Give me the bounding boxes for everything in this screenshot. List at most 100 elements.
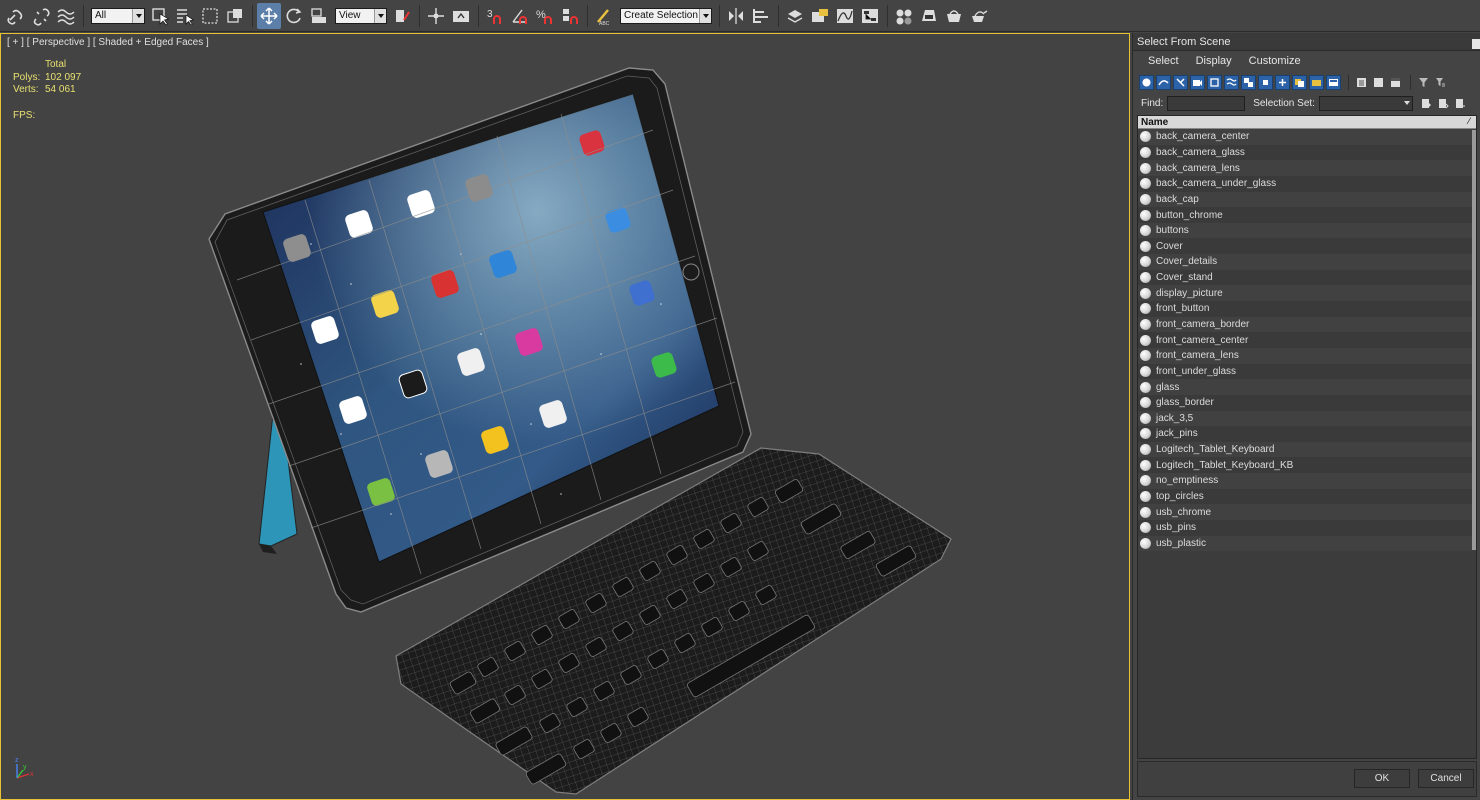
list-scrollbar[interactable] bbox=[1472, 130, 1476, 550]
bind-spacewarp-icon[interactable] bbox=[54, 3, 78, 29]
layer-icon[interactable] bbox=[783, 3, 807, 29]
select-none-icon[interactable] bbox=[1371, 75, 1386, 90]
filter-options-icon[interactable] bbox=[1433, 75, 1448, 90]
find-input[interactable] bbox=[1167, 95, 1246, 111]
named-selection-set-dropdown[interactable]: Create Selection Se bbox=[620, 7, 712, 24]
list-item[interactable]: glass bbox=[1138, 379, 1476, 395]
angle-snap-icon[interactable] bbox=[508, 3, 532, 29]
list-item[interactable]: buttons bbox=[1138, 222, 1476, 239]
create-set-icon[interactable] bbox=[1419, 96, 1434, 111]
list-item[interactable]: no_emptiness bbox=[1138, 473, 1476, 489]
menu-customize[interactable]: Customize bbox=[1249, 55, 1301, 67]
geometry-object-icon bbox=[1140, 272, 1151, 284]
pivot-icon[interactable] bbox=[390, 3, 414, 29]
menu-select[interactable]: Select bbox=[1148, 55, 1179, 67]
list-item[interactable]: front_camera_center bbox=[1138, 332, 1476, 348]
reference-coordinate-dropdown[interactable]: View bbox=[335, 7, 387, 24]
list-item[interactable]: front_camera_border bbox=[1138, 316, 1476, 333]
list-item[interactable]: usb_chrome bbox=[1138, 504, 1476, 521]
list-item[interactable]: back_camera_glass bbox=[1138, 144, 1476, 161]
remove-from-set-icon[interactable] bbox=[1453, 96, 1468, 111]
display-bones-icon[interactable] bbox=[1275, 74, 1290, 90]
display-frozen-icon[interactable] bbox=[1309, 74, 1324, 90]
scale-icon[interactable] bbox=[307, 3, 331, 29]
filter-icon[interactable] bbox=[1416, 75, 1431, 90]
window-crossing-icon[interactable] bbox=[223, 3, 247, 29]
list-item[interactable]: Logitech_Tablet_Keyboard bbox=[1138, 441, 1476, 458]
link-icon[interactable] bbox=[4, 3, 28, 29]
list-item[interactable]: button_chrome bbox=[1138, 207, 1476, 223]
toolbar-separator bbox=[478, 4, 479, 27]
list-item[interactable]: back_cap bbox=[1138, 191, 1476, 208]
select-invert-icon[interactable] bbox=[1388, 75, 1403, 90]
unlink-icon[interactable] bbox=[29, 3, 53, 29]
list-item[interactable]: front_camera_lens bbox=[1138, 347, 1476, 364]
list-item[interactable]: display_picture bbox=[1138, 285, 1476, 302]
toolbar-separator bbox=[1410, 74, 1411, 90]
list-item[interactable]: jack_3,5 bbox=[1138, 410, 1476, 427]
menu-display[interactable]: Display bbox=[1196, 55, 1232, 67]
scene-explorer-icon[interactable] bbox=[808, 3, 832, 29]
list-item[interactable]: front_button bbox=[1138, 301, 1476, 317]
rect-region-icon[interactable] bbox=[198, 3, 222, 29]
list-item[interactable]: front_under_glass bbox=[1138, 363, 1476, 380]
edit-named-sets-icon[interactable]: ABC bbox=[592, 3, 616, 29]
mirror-icon[interactable] bbox=[724, 3, 748, 29]
rotate-icon[interactable] bbox=[282, 3, 306, 29]
3dsmax-window: All View 3 % ABC Create Selection Se [+… bbox=[0, 0, 1480, 800]
align-icon[interactable] bbox=[749, 3, 773, 29]
display-helpers-icon[interactable] bbox=[1207, 74, 1222, 90]
snap-icon[interactable]: 3 bbox=[483, 3, 507, 29]
select-manipulate-icon[interactable] bbox=[424, 3, 448, 29]
list-item[interactable]: Cover bbox=[1138, 238, 1476, 255]
add-to-set-icon[interactable] bbox=[1436, 96, 1451, 111]
list-item[interactable]: glass_border bbox=[1138, 394, 1476, 411]
display-shapes-icon[interactable] bbox=[1156, 74, 1171, 90]
move-icon[interactable] bbox=[257, 2, 281, 29]
axis-y-label: y bbox=[23, 764, 27, 771]
cancel-button[interactable]: Cancel bbox=[1418, 769, 1474, 788]
object-name: front_camera_center bbox=[1156, 334, 1249, 346]
display-cameras-icon[interactable] bbox=[1190, 74, 1205, 90]
display-geometry-icon[interactable] bbox=[1139, 74, 1154, 90]
list-item[interactable]: top_circles bbox=[1138, 488, 1476, 505]
list-item[interactable]: back_camera_lens bbox=[1138, 160, 1476, 176]
material-editor-icon[interactable] bbox=[892, 3, 916, 29]
column-header-name[interactable]: Name ⁄ bbox=[1138, 116, 1476, 129]
list-item[interactable]: back_camera_center bbox=[1138, 129, 1476, 145]
display-groups-icon[interactable] bbox=[1241, 74, 1256, 90]
rendered-frame-icon[interactable] bbox=[942, 3, 966, 29]
spinner-snap-icon[interactable] bbox=[558, 3, 582, 29]
select-object-icon[interactable] bbox=[148, 3, 172, 29]
list-item[interactable]: usb_plastic bbox=[1138, 535, 1476, 552]
tablet-keyboard-model[interactable] bbox=[1, 34, 1130, 800]
schematic-icon[interactable] bbox=[858, 3, 882, 29]
select-by-name-icon[interactable] bbox=[173, 3, 197, 29]
percent-snap-icon[interactable]: % bbox=[533, 3, 557, 29]
display-lights-icon[interactable] bbox=[1173, 74, 1188, 90]
scene-object-list[interactable]: Name ⁄ back_camera_center back_camera_gla… bbox=[1137, 115, 1477, 759]
curve-editor-icon[interactable] bbox=[833, 3, 857, 29]
list-item[interactable]: Cover_stand bbox=[1138, 269, 1476, 286]
list-item[interactable]: jack_pins bbox=[1138, 426, 1476, 442]
display-hidden-icon[interactable] bbox=[1326, 74, 1341, 90]
display-xrefs-icon[interactable] bbox=[1258, 74, 1273, 90]
geometry-object-icon bbox=[1140, 287, 1151, 299]
render-icon[interactable] bbox=[967, 3, 991, 29]
list-item[interactable]: Logitech_Tablet_Keyboard_KB bbox=[1138, 457, 1476, 474]
display-spacewarps-icon[interactable] bbox=[1224, 74, 1239, 90]
toolbar-separator bbox=[778, 4, 779, 27]
display-containers-icon[interactable] bbox=[1292, 74, 1307, 90]
object-name: jack_pins bbox=[1156, 428, 1198, 440]
keyboard-shortcut-icon[interactable] bbox=[449, 3, 473, 29]
list-item[interactable]: usb_pins bbox=[1138, 520, 1476, 536]
ok-button[interactable]: OK bbox=[1354, 769, 1410, 788]
list-item[interactable]: back_camera_under_glass bbox=[1138, 175, 1476, 192]
perspective-viewport[interactable]: [ + ] [ Perspective ] [ Shaded + Edged F… bbox=[0, 33, 1130, 800]
list-item[interactable]: Cover_details bbox=[1138, 254, 1476, 270]
select-all-icon[interactable] bbox=[1354, 75, 1369, 90]
render-setup-icon[interactable] bbox=[917, 3, 941, 29]
dialog-title[interactable]: Select From Scene bbox=[1133, 33, 1480, 51]
selection-filter-dropdown[interactable]: All bbox=[91, 7, 145, 24]
selection-set-dropdown[interactable] bbox=[1318, 95, 1413, 111]
